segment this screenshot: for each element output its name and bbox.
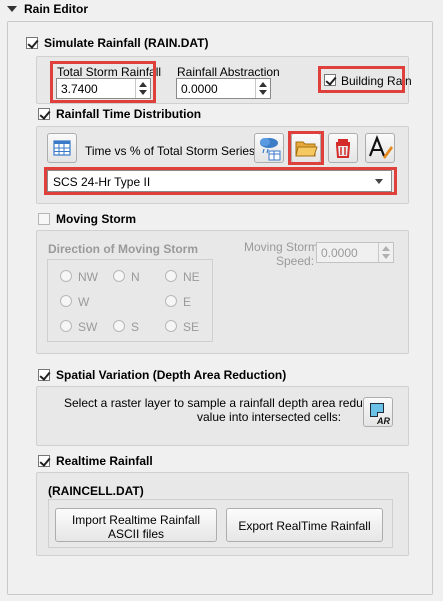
direction-ne-label: NE	[183, 270, 200, 284]
radio-ne[interactable]	[165, 270, 177, 282]
moving-storm-checkbox[interactable]	[38, 213, 50, 225]
rainfall-abstraction-label: Rainfall Abstraction	[177, 65, 280, 79]
rainfall-time-distribution-checkbox[interactable]	[38, 108, 50, 120]
direction-w-label: W	[78, 295, 90, 309]
direction-label: Direction of Moving Storm	[48, 242, 198, 256]
area-reduction-icon: AR	[370, 403, 390, 426]
spin-arrows[interactable]	[378, 243, 393, 262]
realtime-rainfall-checkbox[interactable]	[38, 455, 50, 467]
table-icon	[53, 140, 71, 156]
moving-storm-speed-input[interactable]: 0.0000	[316, 242, 394, 263]
simulate-rainfall-label: Simulate Rainfall (RAIN.DAT)	[44, 36, 209, 50]
export-realtime-rainfall-button[interactable]: Export RealTime Rainfall	[226, 508, 383, 542]
radio-se[interactable]	[165, 320, 177, 332]
rainfall-time-distribution-label: Rainfall Time Distribution	[56, 107, 202, 121]
direction-n-label: N	[131, 270, 140, 284]
series-label: Time vs % of Total Storm Series	[85, 144, 256, 158]
delete-series-button[interactable]	[328, 133, 358, 163]
spin-down-icon[interactable]	[382, 254, 390, 259]
highlight-open-folder	[288, 131, 324, 165]
highlight-series-dropdown	[44, 167, 397, 195]
direction-se-label: SE	[183, 320, 200, 334]
import-realtime-rainfall-button[interactable]: Import Realtime Rainfall ASCII files	[55, 508, 217, 542]
radio-n[interactable]	[113, 270, 125, 282]
rainfall-abstraction-input[interactable]: 0.0000	[176, 78, 271, 99]
import-label-line2: ASCII files	[107, 527, 164, 541]
export-label: Export RealTime Rainfall	[238, 519, 371, 533]
rainfall-abstraction-value: 0.0000	[181, 82, 218, 96]
import-label-line1: Import Realtime Rainfall	[71, 513, 201, 527]
svg-text:AR: AR	[376, 416, 390, 426]
radio-w[interactable]	[60, 295, 72, 307]
realtime-rainfall-label: Realtime Rainfall	[56, 454, 153, 468]
trash-icon	[335, 139, 351, 158]
highlight-building-rain	[318, 66, 405, 93]
spatial-description-line1: Select a raster layer to sample a rainfa…	[64, 396, 389, 410]
spin-up-icon[interactable]	[382, 246, 390, 251]
spatial-variation-checkbox[interactable]	[38, 369, 50, 381]
rain-cloud-button[interactable]	[254, 133, 284, 163]
radio-sw[interactable]	[60, 320, 72, 332]
panel-title: Rain Editor	[24, 2, 89, 16]
rename-series-button[interactable]	[365, 133, 395, 163]
radio-s[interactable]	[113, 320, 125, 332]
radio-nw[interactable]	[60, 270, 72, 282]
spin-down-icon[interactable]	[259, 90, 267, 95]
radio-e[interactable]	[165, 295, 177, 307]
direction-nw-label: NW	[78, 270, 98, 284]
raincell-file-label: (RAINCELL.DAT)	[48, 484, 144, 498]
table-editor-button[interactable]	[47, 133, 77, 163]
spin-arrows[interactable]	[255, 79, 270, 98]
rename-text-icon	[368, 134, 393, 159]
spatial-variation-label: Spatial Variation (Depth Area Reduction)	[56, 368, 287, 382]
spatial-description-line2: value into intersected cells:	[197, 410, 342, 424]
simulate-rainfall-checkbox[interactable]	[26, 37, 38, 49]
panel-header[interactable]: Rain Editor	[0, 0, 443, 20]
direction-s-label: S	[131, 320, 140, 334]
speed-label-line1: Moving Storm	[244, 240, 319, 254]
direction-sw-label: SW	[78, 320, 98, 334]
speed-label-line2: Speed:	[276, 254, 315, 268]
moving-storm-speed-value: 0.0000	[321, 246, 358, 260]
moving-storm-label: Moving Storm	[56, 212, 136, 226]
direction-e-label: E	[183, 295, 192, 309]
rain-cloud-icon	[260, 138, 281, 161]
highlight-total-storm	[50, 61, 156, 103]
spin-up-icon[interactable]	[259, 82, 267, 87]
area-reduction-button[interactable]: AR	[363, 397, 393, 427]
collapse-arrow-icon[interactable]	[7, 6, 17, 12]
